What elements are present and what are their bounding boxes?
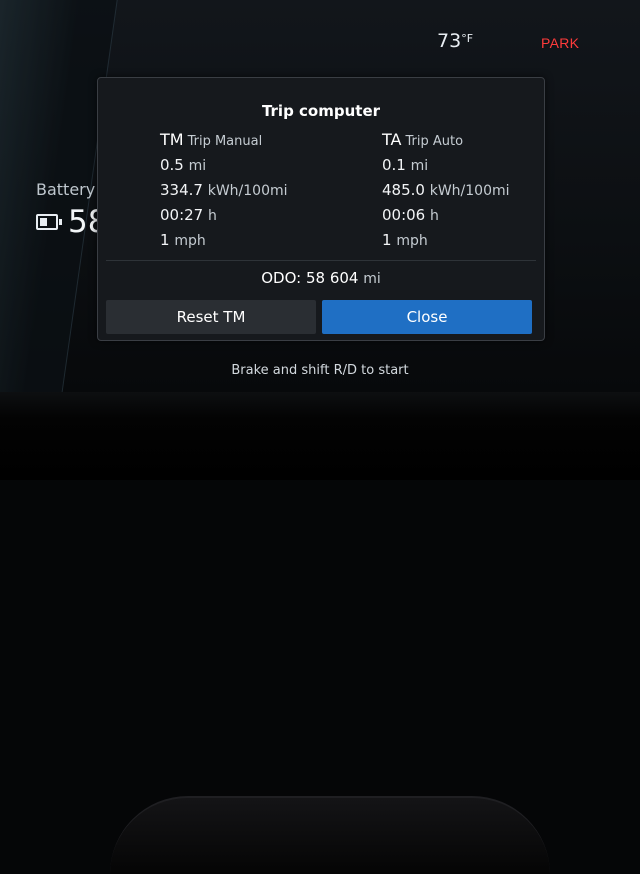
consumption-value: 334.7 — [160, 181, 203, 199]
distance-value: 0.1 — [382, 156, 406, 174]
trip-computer-dialog: Trip computer TM Trip Manual 0.5 mi 334.7… — [97, 77, 545, 341]
trip-manual-header: TM Trip Manual — [160, 130, 288, 156]
trip-auto-abbr: TA — [382, 130, 402, 149]
trip-manual-speed: 1 mph — [160, 231, 288, 256]
trip-auto-time: 00:06 h — [382, 206, 510, 231]
dialog-title: Trip computer — [261, 102, 381, 120]
odometer-value: 58 604 — [305, 269, 359, 287]
trip-manual-abbr: TM — [160, 130, 184, 149]
temperature-unit: °F — [461, 32, 474, 45]
trip-auto-name: Trip Auto — [405, 134, 464, 149]
close-button[interactable]: Close — [322, 300, 532, 334]
trip-auto-speed: 1 mph — [382, 231, 510, 256]
trip-manual-consumption: 334.7 kWh/100mi — [160, 181, 288, 206]
dialog-divider — [106, 260, 536, 261]
time-value: 00:06 — [382, 206, 426, 224]
trip-manual-distance: 0.5 mi — [160, 156, 288, 181]
reset-tm-button[interactable]: Reset TM — [106, 300, 316, 334]
trip-auto-distance: 0.1 mi — [382, 156, 510, 181]
time-unit: h — [430, 208, 439, 224]
dashboard-bezel — [0, 392, 640, 874]
odometer-unit: mi — [363, 271, 381, 287]
instrument-cluster-screen: 73°F PARK Battery 58 Trip computer TM Tri… — [0, 0, 640, 392]
gear-indicator: PARK — [541, 35, 580, 51]
speed-value: 1 — [382, 231, 392, 249]
consumption-value: 485.0 — [382, 181, 425, 199]
time-value: 00:27 — [160, 206, 204, 224]
trip-auto-column: TA Trip Auto 0.1 mi 485.0 kWh/100mi 00:06… — [382, 130, 510, 256]
trip-auto-consumption: 485.0 kWh/100mi — [382, 181, 510, 206]
time-unit: h — [208, 208, 217, 224]
trip-manual-column: TM Trip Manual 0.5 mi 334.7 kWh/100mi 00:… — [160, 130, 288, 256]
trip-auto-header: TA Trip Auto — [382, 130, 510, 156]
trip-manual-time: 00:27 h — [160, 206, 288, 231]
speed-value: 1 — [160, 231, 170, 249]
start-hint: Brake and shift R/D to start — [231, 363, 409, 378]
trip-manual-name: Trip Manual — [187, 134, 263, 149]
distance-value: 0.5 — [160, 156, 184, 174]
speed-unit: mph — [396, 233, 428, 249]
distance-unit: mi — [188, 158, 207, 174]
battery-label: Battery — [36, 180, 96, 199]
battery-icon — [36, 214, 62, 230]
outside-temperature: 73°F — [437, 30, 473, 52]
steering-column-trim — [110, 796, 550, 874]
speed-unit: mph — [174, 233, 206, 249]
temperature-value: 73 — [437, 30, 462, 52]
consumption-unit: kWh/100mi — [429, 183, 510, 199]
distance-unit: mi — [410, 158, 429, 174]
odometer-label: ODO: — [261, 269, 302, 287]
consumption-unit: kWh/100mi — [207, 183, 288, 199]
odometer: ODO: 58 604 mi — [98, 269, 544, 287]
